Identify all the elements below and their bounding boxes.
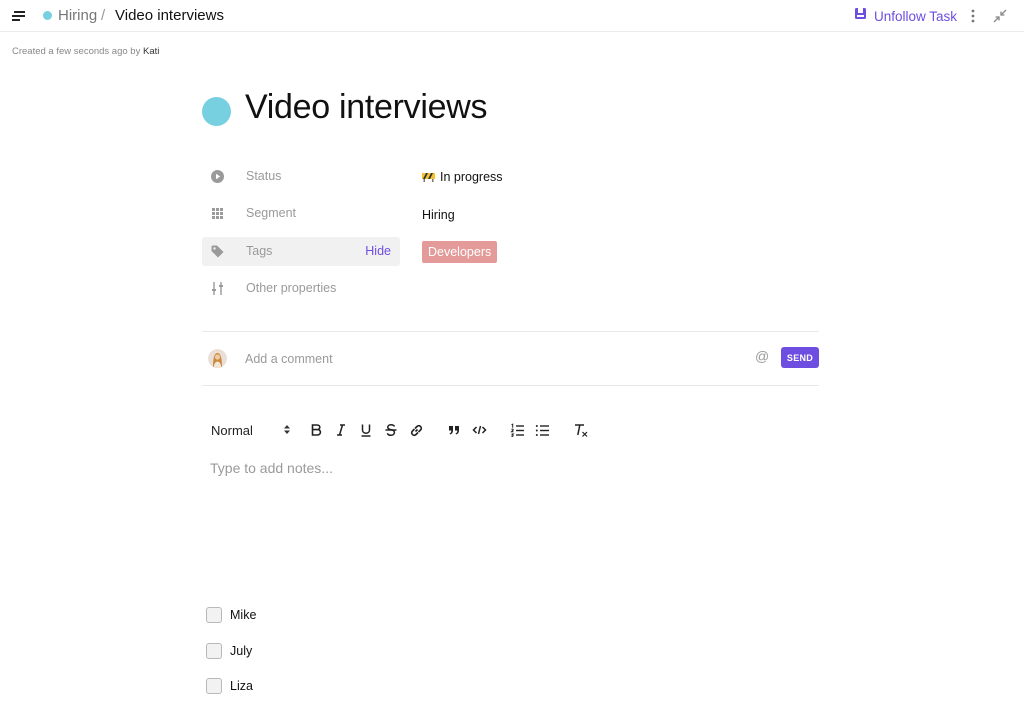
- status-value[interactable]: In progress: [422, 170, 503, 184]
- task-color-dot[interactable]: [202, 97, 231, 126]
- checkbox[interactable]: [206, 643, 222, 659]
- checkbox[interactable]: [206, 607, 222, 623]
- property-label: Segment: [246, 206, 297, 220]
- divider: [202, 331, 819, 332]
- comment-input[interactable]: [245, 349, 745, 369]
- italic-icon[interactable]: [332, 421, 350, 439]
- breadcrumb-separator: /: [101, 7, 106, 24]
- clear-format-icon[interactable]: [572, 421, 590, 439]
- task-title[interactable]: Video interviews: [245, 88, 487, 127]
- link-icon[interactable]: [407, 421, 425, 439]
- bookmark-icon: [854, 7, 867, 25]
- created-text: Created a few seconds ago by: [12, 46, 141, 57]
- tag-chip[interactable]: Developers: [422, 241, 498, 263]
- hide-property-button[interactable]: Hide: [365, 244, 391, 258]
- underline-icon[interactable]: [357, 421, 375, 439]
- breadcrumb-parent[interactable]: Hiring: [58, 7, 97, 24]
- property-segment[interactable]: Segment: [202, 199, 400, 228]
- bold-icon[interactable]: [307, 421, 325, 439]
- format-select[interactable]: Normal: [211, 421, 291, 439]
- author-name[interactable]: Kati: [143, 46, 159, 57]
- ordered-list-icon[interactable]: [508, 421, 526, 439]
- mention-button[interactable]: @: [755, 348, 769, 364]
- created-info: Created a few seconds ago by Kati: [12, 46, 159, 57]
- sliders-icon: [210, 281, 225, 296]
- checkbox[interactable]: [206, 678, 222, 694]
- menu-icon[interactable]: [11, 9, 27, 23]
- send-button[interactable]: SEND: [781, 347, 819, 368]
- segment-dot: [43, 11, 52, 20]
- tag-icon: [210, 244, 225, 259]
- checklist-label: July: [230, 644, 253, 658]
- bullet-list-icon[interactable]: [533, 421, 551, 439]
- grid-icon: [210, 206, 225, 221]
- unfollow-task-label: Unfollow Task: [874, 8, 958, 24]
- property-status[interactable]: Status: [202, 162, 400, 191]
- property-label: Other properties: [246, 281, 337, 295]
- construction-icon: [422, 171, 435, 182]
- segment-value[interactable]: Hiring: [422, 208, 455, 222]
- checklist-item[interactable]: Liza: [206, 677, 253, 695]
- format-select-value: Normal: [211, 422, 253, 438]
- quote-icon[interactable]: [445, 421, 463, 439]
- strikethrough-icon[interactable]: [382, 421, 400, 439]
- property-label: Status: [246, 169, 282, 183]
- checklist-item[interactable]: Mike: [206, 606, 256, 624]
- collapse-icon[interactable]: [992, 8, 1008, 24]
- avatar[interactable]: [208, 349, 227, 368]
- breadcrumb-current: Video interviews: [115, 7, 224, 24]
- notes-editor[interactable]: Type to add notes...: [210, 460, 810, 580]
- property-other[interactable]: Other properties: [202, 274, 400, 303]
- top-bar: Hiring / Video interviews Unfollow Task: [0, 0, 1024, 32]
- property-label: Tags: [246, 244, 273, 258]
- status-value-label: In progress: [440, 170, 503, 184]
- property-tags[interactable]: Tags Hide: [202, 237, 400, 266]
- checklist-item[interactable]: July: [206, 642, 252, 660]
- unfollow-task-button[interactable]: Unfollow Task: [854, 7, 957, 25]
- checklist-label: Liza: [230, 679, 253, 693]
- divider: [202, 385, 819, 386]
- more-vertical-icon[interactable]: [966, 8, 980, 24]
- chevron-updown-icon: [283, 423, 291, 438]
- checklist-label: Mike: [230, 608, 257, 622]
- code-icon[interactable]: [470, 421, 488, 439]
- status-icon: [210, 169, 225, 184]
